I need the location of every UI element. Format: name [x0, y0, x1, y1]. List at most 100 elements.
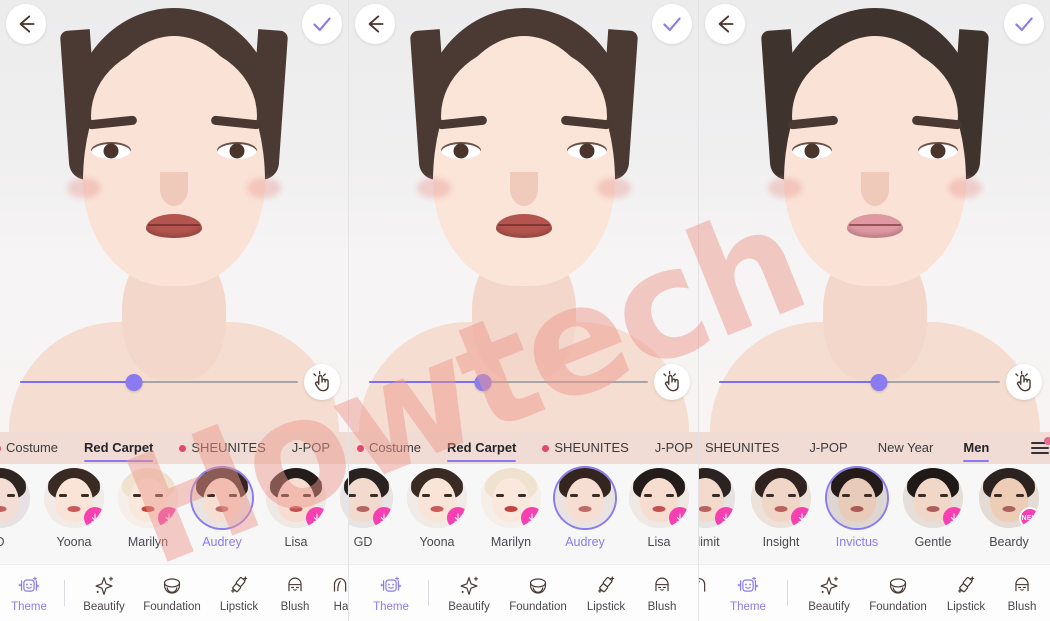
download-badge[interactable]: [373, 507, 393, 528]
preset-thumbnail-strip-2[interactable]: GD Yoona Marilyn Audrey Lisa: [349, 464, 698, 564]
download-badge[interactable]: [791, 507, 811, 528]
download-arrow-icon: [950, 513, 958, 523]
download-badge[interactable]: [84, 507, 104, 528]
toolbar-divider: [428, 580, 429, 606]
category-tab-selected[interactable]: Men: [963, 432, 990, 464]
tool-blush[interactable]: Blush: [636, 573, 688, 613]
tool-beautify[interactable]: Beautify: [438, 573, 500, 613]
intensity-slider[interactable]: [20, 370, 298, 394]
back-button[interactable]: [6, 4, 46, 44]
confirm-button[interactable]: [652, 4, 692, 44]
preset-item[interactable]: GD: [340, 468, 348, 549]
tool-theme[interactable]: Theme: [719, 573, 777, 613]
tool-lipstick[interactable]: Lipstick: [576, 573, 636, 613]
confirm-button[interactable]: [1004, 4, 1044, 44]
tool-label: Ha: [333, 601, 348, 613]
tool-label: Blush: [1007, 601, 1037, 613]
download-badge[interactable]: [306, 507, 326, 528]
category-label: SHEUNITES: [554, 440, 629, 455]
theme-face-icon: [380, 576, 402, 592]
preset-item-selected[interactable]: Invictus: [827, 468, 887, 549]
tool-beautify[interactable]: Beautify: [798, 573, 860, 613]
tool-label: Lipstick: [219, 601, 259, 613]
category-label: Costume: [6, 440, 59, 455]
compare-hand-button[interactable]: [304, 364, 340, 400]
preset-item[interactable]: NEW Beardy: [979, 468, 1039, 549]
tool-partial-left[interactable]: [699, 573, 707, 613]
check-icon: [663, 17, 681, 32]
tool-lipstick[interactable]: Lipstick: [209, 573, 269, 613]
slider-knob[interactable]: [125, 373, 143, 391]
category-tab[interactable]: J-POP: [292, 432, 330, 464]
category-tab[interactable]: New Year: [878, 432, 934, 464]
preset-item[interactable]: Insight: [751, 468, 811, 549]
category-tab[interactable]: J-POP: [809, 432, 847, 464]
tool-lipstick[interactable]: Lipstick: [936, 573, 996, 613]
arrow-left-icon: [368, 15, 384, 33]
preset-item[interactable]: Yoona: [407, 468, 467, 549]
category-tab-selected[interactable]: Red Carpet: [84, 432, 154, 464]
confirm-button[interactable]: [302, 4, 342, 44]
preset-item[interactable]: GD: [349, 468, 393, 549]
preset-item[interactable]: Lisa: [266, 468, 326, 549]
category-tab[interactable]: J-POP: [655, 432, 693, 464]
category-menu-button[interactable]: [1027, 432, 1050, 464]
compare-hand-button[interactable]: [1006, 364, 1042, 400]
hair-icon: [699, 578, 706, 592]
preset-item-selected[interactable]: Audrey: [555, 468, 615, 549]
preset-item[interactable]: nlimit: [699, 468, 735, 549]
download-badge[interactable]: [447, 507, 467, 528]
download-badge[interactable]: [943, 507, 963, 528]
preset-thumbnail-strip-3[interactable]: nlimit Insight: [699, 464, 1050, 564]
preset-item[interactable]: Lisa: [629, 468, 689, 549]
compare-hand-button[interactable]: [654, 364, 690, 400]
back-button[interactable]: [355, 4, 395, 44]
category-label: Men: [963, 440, 990, 455]
intensity-slider[interactable]: [369, 370, 648, 394]
slider-knob[interactable]: [474, 373, 492, 391]
preset-item[interactable]: Marilyn: [118, 468, 178, 549]
tool-hair[interactable]: Hair: [688, 573, 698, 613]
tool-theme[interactable]: Theme: [2, 573, 56, 613]
category-tab-selected[interactable]: Red Carpet: [447, 432, 517, 464]
check-icon: [1015, 17, 1033, 32]
blush-right: [947, 178, 982, 198]
tool-blush[interactable]: Blush: [269, 573, 321, 613]
category-tab[interactable]: SHEUNITES: [179, 432, 266, 464]
lipstick-icon: [957, 576, 975, 593]
download-badge[interactable]: [715, 507, 735, 528]
preset-item[interactable]: Marilyn: [481, 468, 541, 549]
preset-label: Marilyn: [490, 535, 532, 549]
download-badge[interactable]: [521, 507, 541, 528]
tool-hair[interactable]: Ha: [321, 573, 348, 613]
download-badge[interactable]: [158, 507, 178, 528]
tool-foundation[interactable]: Foundation: [500, 573, 576, 613]
category-tab[interactable]: SHEUNITES: [705, 432, 779, 464]
tool-foundation[interactable]: Foundation: [860, 573, 936, 613]
new-dot-icon: [542, 444, 550, 452]
intensity-slider[interactable]: [719, 370, 1000, 394]
category-tab[interactable]: Costume: [0, 432, 58, 464]
category-tab[interactable]: Costume: [357, 432, 421, 464]
preset-label: GD: [353, 535, 373, 549]
category-tab[interactable]: SHEUNITES: [542, 432, 629, 464]
preset-label: Audrey: [565, 535, 605, 549]
avatar: [751, 468, 811, 528]
screenshot-panel-2: Costume Red Carpet SHEUNITES J-POP GD Yo…: [348, 0, 698, 621]
tool-theme[interactable]: Theme: [363, 573, 419, 613]
tool-beautify[interactable]: Beautify: [73, 573, 135, 613]
eye-right: [217, 142, 257, 159]
sparkle-icon: [820, 576, 839, 595]
preset-label: Lisa: [647, 535, 671, 549]
preset-item[interactable]: D: [0, 468, 30, 549]
download-badge[interactable]: [669, 507, 689, 528]
back-button[interactable]: [705, 4, 745, 44]
preset-item-selected[interactable]: Audrey: [192, 468, 252, 549]
category-tab-bar-1: Costume Red Carpet SHEUNITES J-POP: [0, 432, 348, 464]
preset-item[interactable]: Gentle: [903, 468, 963, 549]
preset-item[interactable]: Yoona: [44, 468, 104, 549]
preset-thumbnail-strip-1[interactable]: D Yoona: [0, 464, 348, 564]
tool-foundation[interactable]: Foundation: [135, 573, 209, 613]
tool-blush[interactable]: Blush: [996, 573, 1048, 613]
slider-knob[interactable]: [870, 373, 888, 391]
